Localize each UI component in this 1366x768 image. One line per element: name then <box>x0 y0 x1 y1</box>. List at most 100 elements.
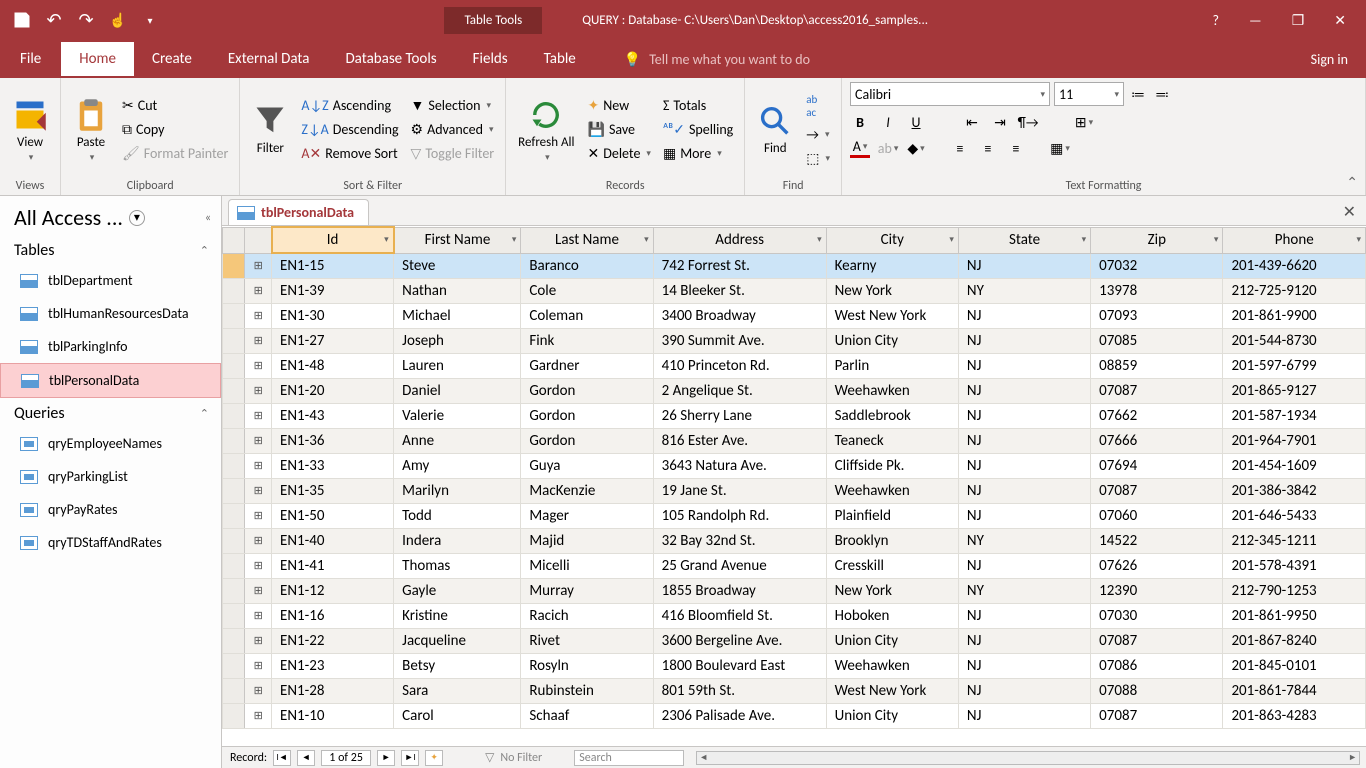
cell-phone[interactable]: 212-345-1211 <box>1223 528 1366 553</box>
nav-section-tables[interactable]: Tables⌃ <box>0 235 221 264</box>
ltr-icon[interactable]: ¶→ <box>1018 112 1038 132</box>
cell-city[interactable]: Weehawken <box>826 653 958 678</box>
table-row[interactable]: ⊞EN1-23BetsyRosyln1800 Boulevard EastWee… <box>223 653 1366 678</box>
table-row[interactable]: ⊞EN1-30MichaelColeman3400 BroadwayWest N… <box>223 303 1366 328</box>
align-center-icon[interactable]: ≡ <box>978 138 998 158</box>
cell-city[interactable]: Weehawken <box>826 378 958 403</box>
font-size-select[interactable]: 11▾ <box>1054 82 1124 106</box>
refresh-all-button[interactable]: Refresh All ▾ <box>514 95 578 165</box>
table-row[interactable]: ⊞EN1-43ValerieGordon26 Sherry LaneSaddle… <box>223 403 1366 428</box>
expand-icon[interactable]: ⊞ <box>245 278 272 303</box>
nav-item-qryTDStaffAndRates[interactable]: qryTDStaffAndRates <box>0 526 221 559</box>
cell-city[interactable]: Teaneck <box>826 428 958 453</box>
cell-phone[interactable]: 201-964-7901 <box>1223 428 1366 453</box>
cell-city[interactable]: Cresskill <box>826 553 958 578</box>
table-row[interactable]: ⊞EN1-36AnneGordon816 Ester Ave.TeaneckNJ… <box>223 428 1366 453</box>
cell-id[interactable]: EN1-35 <box>272 478 394 503</box>
redo-icon[interactable]: ↷ <box>76 10 96 30</box>
cell-phone[interactable]: 201-863-4283 <box>1223 703 1366 728</box>
cell-phone[interactable]: 201-861-9950 <box>1223 603 1366 628</box>
cell-zip[interactable]: 07032 <box>1091 253 1223 278</box>
expand-icon[interactable]: ⊞ <box>245 303 272 328</box>
cell-zip[interactable]: 07666 <box>1091 428 1223 453</box>
cell-address[interactable]: 801 59th St. <box>653 678 826 703</box>
goto-button[interactable]: →▾ <box>803 124 833 145</box>
shutter-bar-icon[interactable]: « <box>205 211 211 225</box>
cell-phone[interactable]: 201-386-3842 <box>1223 478 1366 503</box>
table-row[interactable]: ⊞EN1-12GayleMurray1855 BroadwayNew YorkN… <box>223 578 1366 603</box>
cell-first-name[interactable]: Valerie <box>394 403 521 428</box>
nav-header[interactable]: All Access ... ▾ « <box>0 196 221 235</box>
row-selector[interactable] <box>223 603 245 628</box>
cell-first-name[interactable]: Daniel <box>394 378 521 403</box>
row-selector[interactable] <box>223 628 245 653</box>
cell-zip[interactable]: 13978 <box>1091 278 1223 303</box>
cell-phone[interactable]: 201-861-9900 <box>1223 303 1366 328</box>
cell-first-name[interactable]: Marilyn <box>394 478 521 503</box>
first-record-button[interactable]: I◄ <box>273 750 291 766</box>
undo-icon[interactable]: ↶ <box>44 10 64 30</box>
cell-zip[interactable]: 07093 <box>1091 303 1223 328</box>
column-dropdown-icon[interactable]: ▾ <box>1214 234 1219 245</box>
datasheet[interactable]: Id▾First Name▾Last Name▾Address▾City▾Sta… <box>222 226 1366 746</box>
cell-address[interactable]: 3400 Broadway <box>653 303 826 328</box>
table-row[interactable]: ⊞EN1-27JosephFink390 Summit Ave.Union Ci… <box>223 328 1366 353</box>
cell-city[interactable]: West New York <box>826 678 958 703</box>
cell-last-name[interactable]: MacKenzie <box>521 478 653 503</box>
save-record-button[interactable]: 💾Save <box>585 119 654 140</box>
cell-last-name[interactable]: Gordon <box>521 378 653 403</box>
table-row[interactable]: ⊞EN1-28SaraRubinstein801 59th St.West Ne… <box>223 678 1366 703</box>
alternate-row-button[interactable]: ▦▾ <box>1050 138 1070 158</box>
cell-address[interactable]: 390 Summit Ave. <box>653 328 826 353</box>
expand-icon[interactable]: ⊞ <box>245 378 272 403</box>
tell-me-search[interactable]: 💡 Tell me what you want to do <box>624 51 810 68</box>
record-search-input[interactable]: Search <box>574 750 684 766</box>
expand-icon[interactable]: ⊞ <box>245 353 272 378</box>
cell-first-name[interactable]: Anne <box>394 428 521 453</box>
cell-city[interactable]: Brooklyn <box>826 528 958 553</box>
cell-last-name[interactable]: Baranco <box>521 253 653 278</box>
column-dropdown-icon[interactable]: ▾ <box>949 234 954 245</box>
nav-item-tblHumanResourcesData[interactable]: tblHumanResourcesData <box>0 297 221 330</box>
decrease-indent-icon[interactable]: ⇤ <box>962 112 982 132</box>
horizontal-scrollbar[interactable] <box>696 751 1360 765</box>
cell-id[interactable]: EN1-43 <box>272 403 394 428</box>
remove-sort-button[interactable]: A✕Remove Sort <box>298 143 401 164</box>
totals-button[interactable]: ΣTotals <box>660 95 736 116</box>
cell-last-name[interactable]: Cole <box>521 278 653 303</box>
expand-icon[interactable]: ⊞ <box>245 253 272 278</box>
expand-icon[interactable]: ⊞ <box>245 578 272 603</box>
row-selector[interactable] <box>223 553 245 578</box>
ascending-button[interactable]: A↓ZAscending <box>298 95 401 116</box>
tab-table[interactable]: Table <box>526 42 594 76</box>
cell-city[interactable]: Union City <box>826 328 958 353</box>
select-button[interactable]: ⬚▾ <box>803 148 833 169</box>
cell-id[interactable]: EN1-48 <box>272 353 394 378</box>
next-record-button[interactable]: ► <box>377 750 395 766</box>
table-row[interactable]: ⊞EN1-50ToddMager105 Randolph Rd.Plainfie… <box>223 503 1366 528</box>
cell-zip[interactable]: 07085 <box>1091 328 1223 353</box>
row-selector[interactable] <box>223 278 245 303</box>
cell-state[interactable]: NJ <box>958 378 1090 403</box>
cell-first-name[interactable]: Carol <box>394 703 521 728</box>
cell-id[interactable]: EN1-12 <box>272 578 394 603</box>
cell-address[interactable]: 3600 Bergeline Ave. <box>653 628 826 653</box>
column-header-last-name[interactable]: Last Name▾ <box>521 227 653 253</box>
cell-last-name[interactable]: Mager <box>521 503 653 528</box>
cell-phone[interactable]: 212-725-9120 <box>1223 278 1366 303</box>
cell-last-name[interactable]: Coleman <box>521 303 653 328</box>
sign-in-link[interactable]: Sign in <box>1311 51 1366 68</box>
cell-last-name[interactable]: Rosyln <box>521 653 653 678</box>
cell-id[interactable]: EN1-41 <box>272 553 394 578</box>
cell-zip[interactable]: 07087 <box>1091 628 1223 653</box>
expand-icon[interactable]: ⊞ <box>245 453 272 478</box>
gridlines-icon[interactable]: ⊞▾ <box>1074 112 1094 132</box>
cell-zip[interactable]: 07086 <box>1091 653 1223 678</box>
cell-id[interactable]: EN1-20 <box>272 378 394 403</box>
cell-phone[interactable]: 201-544-8730 <box>1223 328 1366 353</box>
cell-state[interactable]: NJ <box>958 253 1090 278</box>
underline-button[interactable]: U <box>906 112 926 132</box>
new-button[interactable]: ✦New <box>585 95 654 116</box>
row-selector[interactable] <box>223 578 245 603</box>
row-selector[interactable] <box>223 303 245 328</box>
